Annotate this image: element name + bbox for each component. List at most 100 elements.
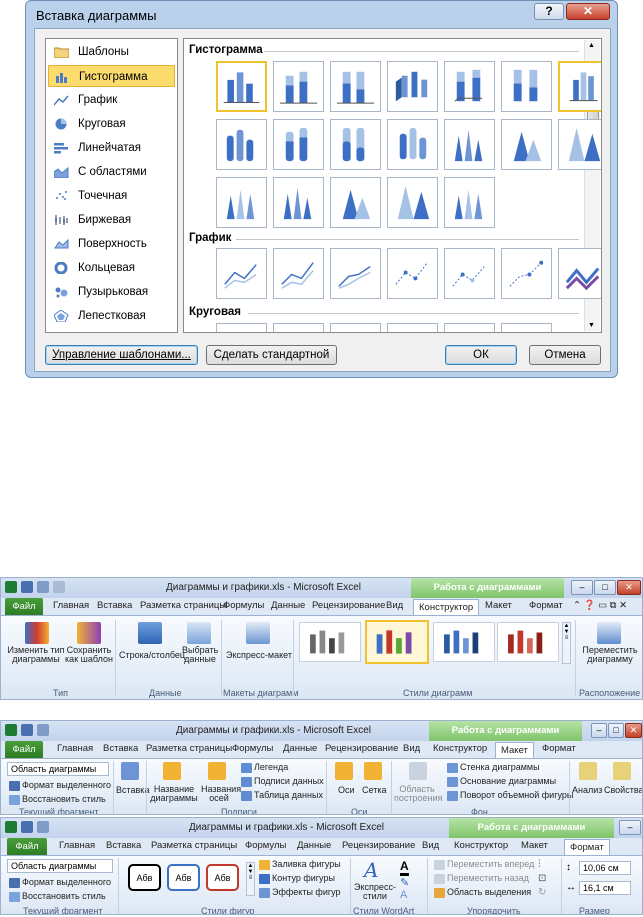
chart-type-column[interactable]: Гистограмма (48, 65, 175, 87)
gridlines-icon[interactable] (364, 762, 382, 780)
save-icon[interactable] (21, 821, 33, 833)
quick-layout-icon[interactable] (246, 622, 270, 644)
chart-type-bubble[interactable]: Пузырьковая (48, 281, 175, 303)
quick-layout-button[interactable]: Экспресс-макет (226, 650, 292, 660)
tab-file[interactable]: Файл (5, 741, 43, 758)
chart-type-line[interactable]: График (48, 89, 175, 111)
shape-outline-button[interactable]: Контур фигуры (259, 873, 335, 884)
chart-type-templates[interactable]: Шаблоны (48, 41, 175, 63)
tab-page-layout[interactable]: Разметка страницы (146, 743, 232, 754)
tab-file[interactable]: Файл (5, 598, 43, 615)
column-subtype-3[interactable] (330, 61, 381, 112)
pie-subtype-1[interactable] (216, 323, 267, 332)
chart-type-radar[interactable]: Лепестковая (48, 305, 175, 327)
column-subtype-17[interactable] (330, 177, 381, 228)
reset-style-button[interactable]: Восстановить стиль (9, 794, 106, 805)
rotate-icon[interactable]: ↻ (538, 887, 546, 898)
maximize-icon[interactable]: □ (594, 580, 616, 595)
move-chart-button[interactable]: Переместить диаграмму (581, 646, 639, 664)
group-icon[interactable]: ⊡ (538, 873, 546, 884)
line-subtype-2[interactable] (273, 248, 324, 299)
pie-subtype-3[interactable] (330, 323, 381, 332)
close-icon[interactable]: ✕ (617, 580, 641, 595)
save-template-icon[interactable] (77, 622, 101, 644)
pie-subtype-5[interactable] (444, 323, 495, 332)
minimize-icon[interactable]: – (571, 580, 593, 595)
chart-type-area[interactable]: С областями (48, 161, 175, 183)
column-subtype-2[interactable] (273, 61, 324, 112)
chart-type-pie[interactable]: Круговая (48, 113, 175, 135)
tab-layout[interactable]: Макет (495, 742, 534, 758)
tab-review[interactable]: Рецензирование (325, 743, 398, 754)
column-subtype-5[interactable] (444, 61, 495, 112)
rotation-button[interactable]: Поворот объемной фигуры (447, 790, 573, 801)
current-selection-combo[interactable]: Область диаграммы (7, 859, 113, 873)
text-effects-icon[interactable]: A (400, 889, 407, 901)
column-subtype-12[interactable] (444, 119, 495, 170)
insert-icon[interactable] (121, 762, 139, 780)
line-subtype-5[interactable] (444, 248, 495, 299)
column-subtype-1[interactable] (216, 61, 267, 112)
column-subtype-11[interactable] (387, 119, 438, 170)
plot-area-button[interactable]: Область построения (394, 785, 442, 803)
axes-icon[interactable] (335, 762, 353, 780)
height-input[interactable]: 10,06 см (579, 861, 631, 875)
move-chart-icon[interactable] (597, 622, 621, 644)
analysis-icon[interactable] (579, 762, 597, 780)
line-subtype-1[interactable] (216, 248, 267, 299)
data-table-button[interactable]: Таблица данных (241, 790, 323, 801)
undo-icon[interactable] (37, 821, 49, 833)
line-subtype-7[interactable] (558, 248, 601, 299)
gridlines-button[interactable]: Сетка (362, 785, 386, 795)
pie-subtype-4[interactable] (387, 323, 438, 332)
tab-format[interactable]: Формат (564, 839, 610, 855)
tab-review[interactable]: Рецензирование (342, 840, 415, 851)
selection-pane-button[interactable]: Область выделения (434, 887, 531, 898)
set-default-button[interactable]: Сделать стандартной (206, 345, 337, 365)
cancel-button[interactable]: Отмена (529, 345, 601, 365)
line-subtype-3[interactable] (330, 248, 381, 299)
send-backward-button[interactable]: Переместить назад (434, 873, 529, 884)
width-input[interactable]: 16,1 см (579, 881, 631, 895)
change-chart-type-button[interactable]: Изменить тип диаграммы (7, 646, 65, 664)
column-subtype-15[interactable] (216, 177, 267, 228)
chart-title-icon[interactable] (163, 762, 181, 780)
close-button[interactable]: ✕ (566, 3, 610, 20)
tab-design[interactable]: Конструктор (413, 599, 480, 615)
axis-titles-icon[interactable] (208, 762, 226, 780)
chart-type-stock[interactable]: Биржевая (48, 209, 175, 231)
chart-floor-button[interactable]: Основание диаграммы (447, 776, 556, 787)
chart-style-4[interactable] (497, 622, 559, 662)
chart-wall-button[interactable]: Стенка диаграммы (447, 762, 540, 773)
align-icon[interactable]: ⫶ (538, 859, 541, 870)
help-icon[interactable]: ⌃ ❓ ▭ ⧉ ✕ (573, 600, 627, 611)
shape-style-1[interactable]: Абв (128, 864, 161, 891)
tab-layout[interactable]: Макет (521, 840, 548, 851)
line-subtype-6[interactable] (501, 248, 552, 299)
save-icon[interactable] (21, 724, 33, 736)
tab-layout[interactable]: Макет (485, 600, 512, 611)
save-icon[interactable] (21, 581, 33, 593)
column-subtype-19[interactable] (444, 177, 495, 228)
chart-style-3[interactable] (433, 622, 495, 662)
column-subtype-9[interactable] (273, 119, 324, 170)
tab-review[interactable]: Рецензирование (312, 600, 385, 611)
chart-style-1[interactable] (299, 622, 361, 662)
column-subtype-14[interactable] (558, 119, 601, 170)
tab-home[interactable]: Главная (59, 840, 95, 851)
ok-button[interactable]: ОК (445, 345, 517, 365)
tab-insert[interactable]: Вставка (106, 840, 141, 851)
column-subtype-10[interactable] (330, 119, 381, 170)
chart-title-button[interactable]: Название диаграммы (149, 785, 199, 803)
help-button[interactable]: ? (534, 3, 564, 20)
pie-subtype-6[interactable] (501, 323, 552, 332)
tab-data[interactable]: Данные (297, 840, 331, 851)
column-subtype-6[interactable] (501, 61, 552, 112)
undo-icon[interactable] (37, 581, 49, 593)
reset-style-button[interactable]: Восстановить стиль (9, 891, 106, 902)
tab-formulas[interactable]: Формулы (232, 743, 273, 754)
quick-styles-icon[interactable]: A (364, 858, 378, 882)
undo-icon[interactable] (37, 724, 49, 736)
properties-icon[interactable] (613, 762, 631, 780)
properties-button[interactable]: Свойства (604, 785, 642, 795)
